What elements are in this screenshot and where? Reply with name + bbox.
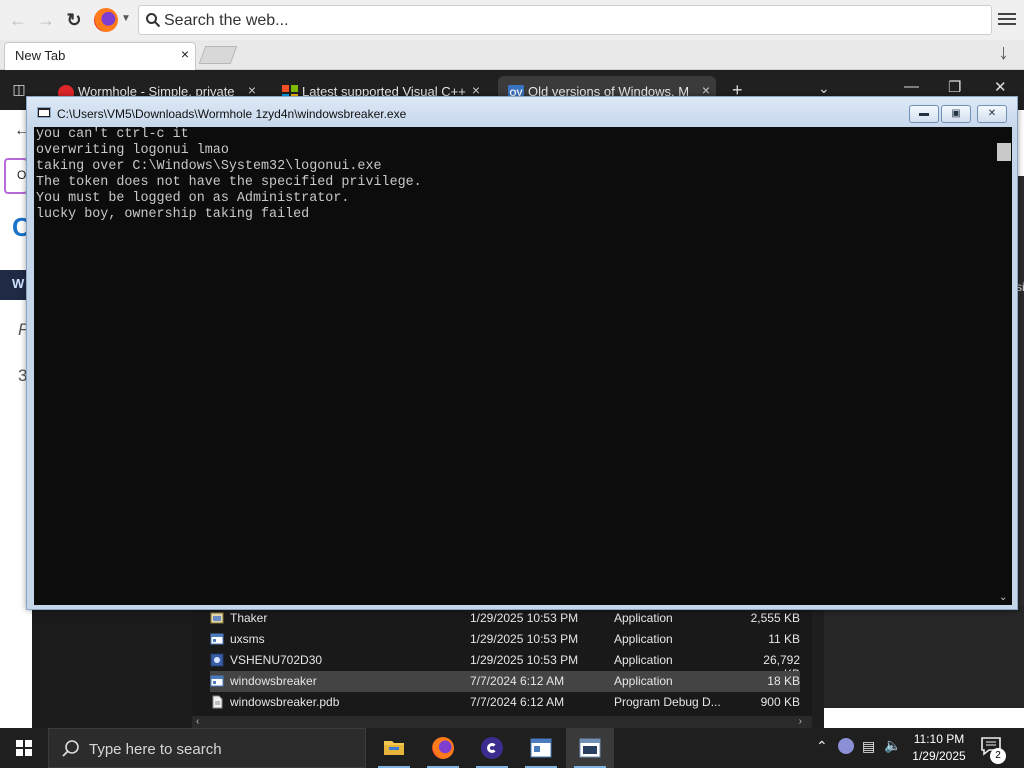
window-title: C:\Users\VM5\Downloads\Wormhole 1zyd4n\w…	[57, 107, 407, 121]
table-row[interactable]: VSHENU702D30 1/29/2025 10:53 PM Applicat…	[210, 650, 800, 681]
table-row[interactable]: windowsbreaker.pdb 7/7/2024 6:12 AM Prog…	[210, 692, 800, 713]
search-icon	[62, 740, 79, 757]
console-line: overwriting logonui lmao	[36, 143, 229, 158]
file-name: Thaker	[230, 611, 268, 625]
notification-count-badge: 2	[990, 748, 1006, 764]
console-line: The token does not have the specified pr…	[36, 175, 422, 190]
start-button[interactable]	[0, 728, 48, 768]
firefox-logo-icon[interactable]	[94, 8, 118, 32]
desktop: ← → ↻ ▼ Search the web... New Tab × ￬ ◫ …	[0, 0, 1024, 768]
site-nav-letter: W	[12, 276, 25, 291]
tab-label: New Tab	[15, 48, 66, 63]
file-type: Application	[614, 653, 673, 667]
table-row[interactable]: uxsms 1/29/2025 10:53 PM Application 11 …	[210, 629, 800, 650]
application-icon	[210, 675, 224, 687]
search-placeholder: Search the web...	[164, 12, 289, 29]
new-tab-button[interactable]	[198, 46, 238, 64]
console-line: You must be logged on as Administrator.	[36, 191, 350, 206]
search-input[interactable]: Search the web...	[138, 5, 992, 35]
file-date: 1/29/2025 10:53 PM	[470, 611, 579, 625]
volume-muted-icon[interactable]: 🔈	[884, 737, 901, 754]
vertical-tab-item[interactable]: O	[4, 158, 28, 194]
file-explorer: Thaker 1/29/2025 10:53 PM Application 2,…	[32, 606, 1024, 730]
app-window-taskbar-icon[interactable]	[517, 728, 565, 768]
console-app-icon[interactable]	[37, 107, 51, 118]
console-line: lucky boy, ownership taking failed	[36, 207, 310, 222]
application-icon	[210, 612, 224, 624]
taskbar-search[interactable]: Type here to search	[48, 728, 366, 768]
file-size: 2,555 KB	[750, 611, 800, 625]
restore-icon[interactable]: ❐	[948, 78, 961, 96]
tab-new-tab[interactable]: New Tab ×	[4, 42, 196, 70]
file-date: 7/7/2024 6:12 AM	[470, 695, 565, 709]
minimize-button[interactable]: ▬	[909, 105, 939, 123]
close-window-icon[interactable]: ✕	[994, 78, 1007, 96]
taskbar-clock[interactable]: 11:10 PM 1/29/2025	[906, 731, 972, 765]
firefox-taskbar-icon[interactable]	[419, 728, 467, 768]
close-button[interactable]: ✕	[977, 105, 1007, 123]
taskbar: Type here to search ⌃ ▤ 🔈 11:10 PM 1/29/…	[0, 728, 1024, 768]
file-date: 7/7/2024 6:12 AM	[470, 674, 565, 688]
forward-icon[interactable]: →	[34, 8, 58, 32]
chevron-down-icon[interactable]: ⌄	[818, 80, 830, 97]
setup-icon	[210, 653, 224, 667]
file-name: windowsbreaker	[230, 674, 317, 688]
tabs-overflow-icon[interactable]: ￬	[1000, 44, 1007, 64]
chevron-up-icon[interactable]: ⌃	[816, 738, 828, 755]
console-line: you can't ctrl-c it	[36, 127, 189, 142]
file-list: Thaker 1/29/2025 10:53 PM Application 2,…	[192, 606, 974, 716]
minimize-icon[interactable]: —	[904, 78, 919, 95]
windows-logo-icon	[16, 740, 32, 756]
scroll-left-icon[interactable]: ‹	[196, 716, 199, 727]
scroll-thumb[interactable]	[997, 143, 1011, 161]
file-type: Application	[614, 611, 673, 625]
console-line: taking over C:\Windows\System32\logonui.…	[36, 159, 382, 174]
console-titlebar[interactable]: C:\Users\VM5\Downloads\Wormhole 1zyd4n\w…	[27, 97, 1017, 127]
file-name: windowsbreaker.pdb	[230, 695, 340, 709]
table-row[interactable]: Thaker 1/29/2025 10:53 PM Application 2,…	[210, 608, 800, 629]
back-icon[interactable]: ←	[6, 8, 30, 32]
file-type: Program Debug D...	[614, 695, 721, 709]
edge-taskbar-icon[interactable]	[468, 728, 516, 768]
maximize-button[interactable]: ▣	[941, 105, 971, 123]
file-date: 1/29/2025 10:53 PM	[470, 632, 579, 646]
network-icon[interactable]: ▤	[862, 738, 875, 755]
console-taskbar-icon[interactable]	[566, 728, 614, 768]
vertical-tab-letter: O	[17, 168, 27, 182]
file-explorer-taskbar-icon[interactable]	[370, 728, 418, 768]
close-icon[interactable]: ×	[181, 46, 189, 62]
file-size: 18 KB	[767, 674, 800, 688]
browser-tabbar: New Tab × ￬	[0, 40, 1024, 70]
console-window: C:\Users\VM5\Downloads\Wormhole 1zyd4n\w…	[26, 96, 1018, 610]
file-date: 1/29/2025 10:53 PM	[470, 653, 579, 667]
clock-time: 11:10 PM	[913, 732, 965, 746]
document-icon	[212, 695, 223, 709]
file-name: uxsms	[230, 632, 265, 646]
hamburger-menu-icon[interactable]	[998, 10, 1016, 28]
site-nav-bar[interactable]: W	[0, 270, 28, 300]
chevron-down-icon[interactable]: ▼	[121, 13, 131, 24]
reload-icon[interactable]: ↻	[62, 8, 86, 32]
explorer-details-pane	[824, 606, 1024, 730]
file-size: 11 KB	[768, 632, 800, 646]
scroll-down-icon[interactable]: ⌄	[999, 592, 1007, 603]
user-tray-icon[interactable]	[838, 738, 854, 754]
table-row[interactable]: windowsbreaker 7/7/2024 6:12 AM Applicat…	[210, 671, 800, 692]
console-output[interactable]: you can't ctrl-c it overwriting logonui …	[34, 127, 996, 605]
file-name: VSHENU702D30	[230, 653, 323, 667]
clock-date: 1/29/2025	[912, 749, 966, 763]
explorer-nav-pane	[32, 606, 192, 730]
browser-toolbar: ← → ↻ ▼ Search the web...	[0, 0, 1024, 40]
file-type: Application	[614, 632, 673, 646]
scroll-right-icon[interactable]: ›	[799, 716, 802, 727]
file-type: Application	[614, 674, 673, 688]
details-pane-strip	[824, 708, 1024, 730]
application-icon	[210, 633, 224, 645]
taskbar-search-placeholder: Type here to search	[89, 741, 222, 758]
search-icon	[146, 13, 161, 28]
console-scrollbar[interactable]: ⌄	[996, 127, 1012, 605]
file-size: 900 KB	[760, 695, 800, 709]
